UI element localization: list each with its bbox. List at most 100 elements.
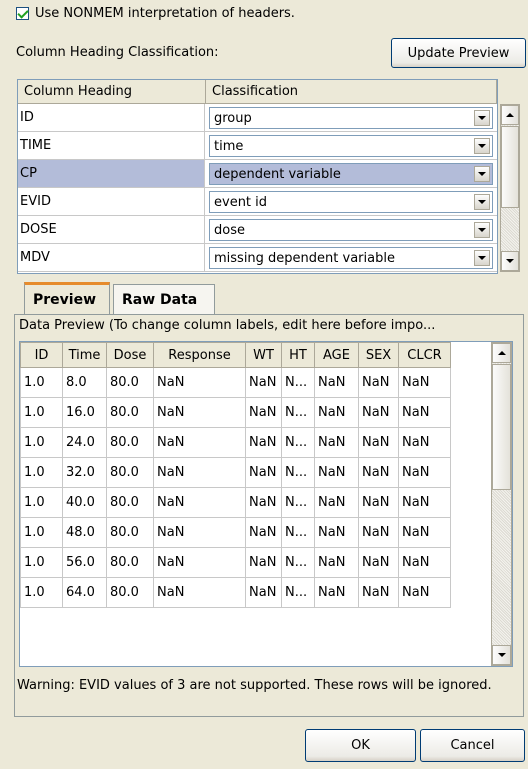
- grid-cell[interactable]: NaN: [398, 367, 451, 398]
- grid-cell[interactable]: NaN: [358, 577, 399, 608]
- grid-column-header[interactable]: HT: [281, 342, 315, 368]
- grid-cell[interactable]: NaN: [314, 577, 359, 608]
- grid-cell[interactable]: NaN: [245, 427, 282, 458]
- dropdown-button[interactable]: [474, 250, 490, 266]
- grid-cell[interactable]: N...: [281, 517, 315, 548]
- grid-cell[interactable]: 80.0: [106, 517, 154, 548]
- grid-column-header[interactable]: ID: [20, 342, 63, 368]
- grid-cell[interactable]: NaN: [314, 487, 359, 518]
- grid-cell[interactable]: 1.0: [20, 577, 63, 608]
- grid-cell[interactable]: 1.0: [20, 517, 63, 548]
- grid-cell[interactable]: NaN: [245, 577, 282, 608]
- table-row[interactable]: 1.0 32.0 80.0 NaN NaN N... NaN NaN NaN: [20, 457, 451, 488]
- grid-cell[interactable]: 80.0: [106, 457, 154, 488]
- grid-cell[interactable]: N...: [281, 487, 315, 518]
- grid-cell[interactable]: 1.0: [20, 487, 63, 518]
- classification-header[interactable]: Classification: [206, 80, 497, 103]
- grid-cell[interactable]: NaN: [245, 457, 282, 488]
- grid-cell[interactable]: NaN: [314, 517, 359, 548]
- grid-column-header[interactable]: AGE: [314, 342, 359, 368]
- grid-cell[interactable]: NaN: [398, 397, 451, 428]
- grid-cell[interactable]: NaN: [358, 427, 399, 458]
- grid-cell[interactable]: NaN: [153, 427, 246, 458]
- grid-cell[interactable]: NaN: [153, 457, 246, 488]
- column-heading-cell[interactable]: EVID: [18, 188, 205, 215]
- grid-cell[interactable]: NaN: [398, 427, 451, 458]
- column-heading-cell[interactable]: MDV: [18, 244, 205, 271]
- classification-select[interactable]: missing dependent variable: [209, 247, 493, 269]
- column-heading-cell[interactable]: ID: [18, 104, 205, 131]
- preview-scroll-up-button[interactable]: [492, 343, 511, 363]
- classification-select[interactable]: dose: [209, 219, 493, 241]
- grid-cell[interactable]: 80.0: [106, 397, 154, 428]
- grid-cell[interactable]: 1.0: [20, 547, 63, 578]
- grid-cell[interactable]: 32.0: [62, 457, 107, 488]
- classification-scrollbar[interactable]: [500, 104, 520, 272]
- grid-cell[interactable]: NaN: [245, 517, 282, 548]
- scrollbar-thumb[interactable]: [501, 126, 519, 208]
- dropdown-button[interactable]: [474, 222, 490, 238]
- tab-preview[interactable]: Preview: [24, 282, 110, 314]
- grid-cell[interactable]: NaN: [358, 547, 399, 578]
- grid-cell[interactable]: 8.0: [62, 367, 107, 398]
- grid-cell[interactable]: 80.0: [106, 577, 154, 608]
- grid-cell[interactable]: NaN: [358, 517, 399, 548]
- preview-scrollbar-thumb[interactable]: [492, 364, 511, 490]
- scroll-down-button[interactable]: [501, 251, 519, 271]
- grid-cell[interactable]: NaN: [358, 487, 399, 518]
- grid-cell[interactable]: 80.0: [106, 487, 154, 518]
- classification-row[interactable]: EVID event id: [18, 188, 497, 216]
- grid-cell[interactable]: 80.0: [106, 367, 154, 398]
- dropdown-button[interactable]: [474, 138, 490, 154]
- grid-cell[interactable]: NaN: [314, 547, 359, 578]
- classification-select[interactable]: time: [209, 135, 493, 157]
- grid-cell[interactable]: 80.0: [106, 427, 154, 458]
- grid-column-header[interactable]: Time: [62, 342, 107, 368]
- table-row[interactable]: 1.0 8.0 80.0 NaN NaN N... NaN NaN NaN: [20, 367, 451, 398]
- grid-cell[interactable]: NaN: [153, 547, 246, 578]
- dropdown-button[interactable]: [474, 194, 490, 210]
- grid-cell[interactable]: NaN: [314, 457, 359, 488]
- grid-cell[interactable]: NaN: [153, 577, 246, 608]
- grid-cell[interactable]: 40.0: [62, 487, 107, 518]
- grid-cell[interactable]: 56.0: [62, 547, 107, 578]
- table-row[interactable]: 1.0 40.0 80.0 NaN NaN N... NaN NaN NaN: [20, 487, 451, 518]
- column-heading-cell[interactable]: CP: [18, 160, 205, 187]
- preview-scroll-down-button[interactable]: [492, 645, 511, 665]
- dropdown-button[interactable]: [474, 166, 490, 182]
- classification-row[interactable]: TIME time: [18, 132, 497, 160]
- classification-row[interactable]: ID group: [18, 104, 497, 132]
- tab-raw-data[interactable]: Raw Data: [113, 284, 215, 314]
- column-heading-cell[interactable]: DOSE: [18, 216, 205, 243]
- grid-cell[interactable]: NaN: [358, 367, 399, 398]
- grid-cell[interactable]: 48.0: [62, 517, 107, 548]
- dropdown-button[interactable]: [474, 110, 490, 126]
- grid-cell[interactable]: NaN: [153, 367, 246, 398]
- grid-cell[interactable]: NaN: [314, 367, 359, 398]
- grid-cell[interactable]: NaN: [314, 397, 359, 428]
- classification-row[interactable]: CP dependent variable: [18, 160, 497, 188]
- preview-scrollbar[interactable]: [491, 342, 512, 666]
- grid-cell[interactable]: N...: [281, 367, 315, 398]
- table-row[interactable]: 1.0 24.0 80.0 NaN NaN N... NaN NaN NaN: [20, 427, 451, 458]
- classification-select[interactable]: group: [209, 107, 493, 129]
- cancel-button[interactable]: Cancel: [420, 729, 525, 762]
- grid-cell[interactable]: 1.0: [20, 427, 63, 458]
- grid-column-header[interactable]: Response: [153, 342, 246, 368]
- grid-cell[interactable]: NaN: [398, 577, 451, 608]
- update-preview-button[interactable]: Update Preview: [391, 38, 526, 68]
- table-row[interactable]: 1.0 64.0 80.0 NaN NaN N... NaN NaN NaN: [20, 577, 451, 608]
- grid-cell[interactable]: N...: [281, 427, 315, 458]
- grid-cell[interactable]: 1.0: [20, 397, 63, 428]
- ok-button[interactable]: OK: [305, 729, 416, 762]
- grid-column-header[interactable]: CLCR: [398, 342, 451, 368]
- classification-select[interactable]: dependent variable: [209, 163, 493, 185]
- grid-cell[interactable]: N...: [281, 577, 315, 608]
- grid-cell[interactable]: NaN: [245, 547, 282, 578]
- classification-row[interactable]: DOSE dose: [18, 216, 497, 244]
- grid-column-header[interactable]: Dose: [106, 342, 154, 368]
- column-heading-cell[interactable]: TIME: [18, 132, 205, 159]
- grid-cell[interactable]: NaN: [153, 487, 246, 518]
- classification-row[interactable]: MDV missing dependent variable: [18, 244, 497, 272]
- grid-cell[interactable]: NaN: [153, 517, 246, 548]
